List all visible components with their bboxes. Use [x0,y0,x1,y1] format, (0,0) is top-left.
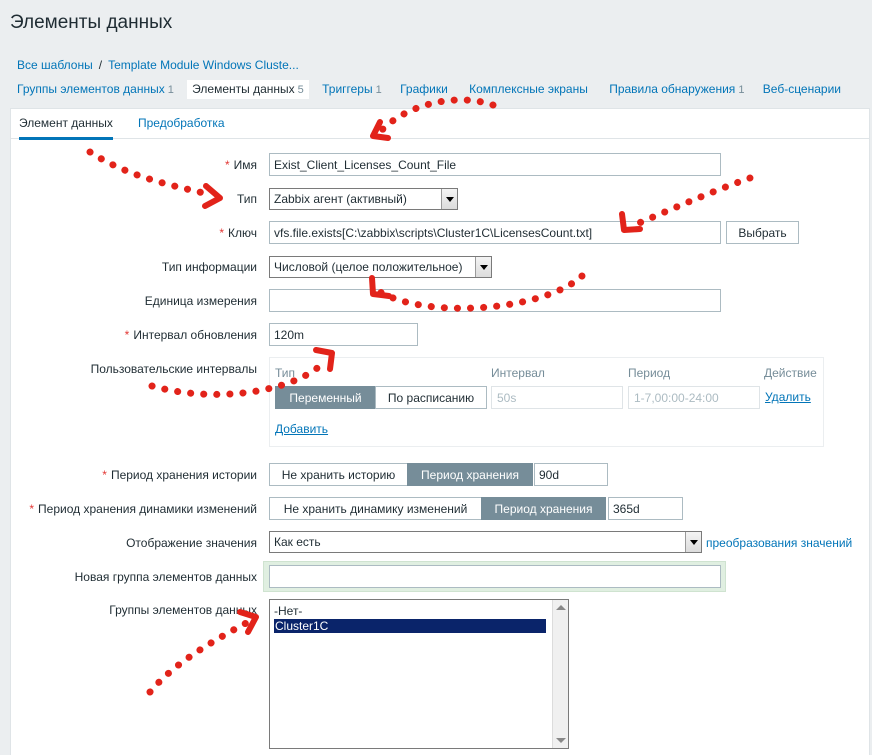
applications-label: Группы элементов данных [109,603,257,617]
history-label: * Период хранения истории [102,468,257,482]
nav-label: Группы элементов данных [17,82,165,96]
interval-value-input[interactable]: 50s [491,386,623,409]
form-tabs: Элемент данных Предобработка [11,109,869,140]
custom-intervals-label: Пользовательские интервалы [90,362,257,376]
valuemap-select[interactable]: Как есть [269,531,702,553]
new-application-input[interactable] [269,565,721,588]
nav-screens[interactable]: Комплексные экраны [469,81,591,98]
applications-listbox[interactable]: -Нет- Cluster1C [269,599,569,749]
template-nav: Группы элементов данных 1 Элементы данных… [17,80,859,100]
name-input[interactable]: Exist_Client_Licenses_Count_File [269,153,721,176]
name-label-text: Имя [233,158,257,172]
chevron-down-icon [475,257,491,277]
nav-graphs[interactable]: Графики [400,81,451,98]
valuemap-link[interactable]: преобразования значений [706,536,852,550]
interval-header-action: Действие [764,366,817,380]
chevron-down-icon [441,189,457,209]
nav-count: 1 [375,84,382,96]
breadcrumb-separator: / [98,58,103,72]
required-mark: * [102,468,107,482]
history-period-input[interactable]: 90d [534,463,608,486]
interval-type-scheduling-button[interactable]: По расписанию [375,386,487,409]
type-label: Тип [236,192,257,206]
nav-label: Комплексные экраны [469,82,588,96]
trends-label-text: Период хранения динамики изменений [38,502,257,516]
application-option-selected[interactable]: Cluster1C [274,619,546,633]
nav-web-scenarios[interactable]: Веб-сценарии [763,81,844,98]
item-form: Элемент данных Предобработка * Имя Exist_… [10,108,870,755]
units-input[interactable] [269,289,721,312]
trends-keep-button[interactable]: Период хранения [481,497,606,520]
nav-label: Графики [400,82,448,96]
valuemap-select-value: Как есть [274,535,321,549]
history-label-text: Период хранения истории [110,468,257,482]
trends-period-input[interactable]: 365d [608,497,683,520]
interval-add-link[interactable]: Добавить [275,422,328,436]
new-application-label: Новая группа элементов данных [74,570,257,584]
interval-header-type: Тип [275,366,296,380]
nav-label: Триггеры [322,82,373,96]
interval-header-interval: Интервал [491,366,545,380]
page-title: Элементы данных [10,12,173,33]
key-label: * Ключ [219,226,257,240]
info-type-select[interactable]: Числовой (целое положительное) [269,256,492,278]
nav-label: Правила обнаружения [609,82,736,96]
history-no-keep-button[interactable]: Не хранить историю [269,463,408,486]
interval-header-period: Период [628,366,671,380]
interval-remove-link[interactable]: Удалить [765,390,811,404]
update-interval-input[interactable]: 120m [269,323,418,346]
units-label: Единица измерения [144,294,257,308]
history-keep-button[interactable]: Период хранения [407,463,533,486]
tab-item[interactable]: Элемент данных [19,116,113,140]
nav-applications[interactable]: Группы элементов данных 1 [17,81,174,98]
nav-count: 5 [297,84,304,96]
update-interval-label: * Интервал обновления [125,328,257,342]
trends-label: * Период хранения динамики изменений [29,502,257,516]
type-select[interactable]: Zabbix агент (активный) [269,188,458,210]
key-input[interactable]: vfs.file.exists[C:\zabbix\scripts\Cluste… [269,221,721,244]
required-mark: * [124,328,130,342]
update-interval-label-text: Интервал обновления [133,328,257,342]
chevron-down-icon [685,532,701,552]
info-type-label: Тип информации [161,260,257,274]
name-label: * Имя [225,158,257,172]
breadcrumb-template[interactable]: Template Module Windows Cluste... [108,58,299,72]
required-mark: * [224,158,230,172]
nav-triggers[interactable]: Триггеры 1 [322,81,382,98]
interval-type-flexible-button[interactable]: Переменный [275,386,376,409]
nav-count: 1 [738,84,745,96]
tab-preprocessing[interactable]: Предобработка [138,116,225,130]
type-select-value: Zabbix агент (активный) [274,192,407,206]
valuemap-label: Отображение значения [126,536,257,550]
key-label-text: Ключ [228,226,257,240]
scroll-up-icon[interactable] [556,605,566,610]
nav-count: 1 [167,84,174,96]
breadcrumb-all-templates[interactable]: Все шаблоны [17,58,93,72]
required-mark: * [29,502,35,516]
scroll-down-icon[interactable] [556,738,566,743]
nav-items[interactable]: Элементы данных 5 [187,80,309,99]
custom-intervals-table: Тип Интервал Период Действие Переменный … [269,357,824,447]
required-mark: * [219,226,225,240]
interval-period-input[interactable]: 1-7,00:00-24:00 [628,386,760,409]
select-key-button[interactable]: Выбрать [726,221,799,244]
application-option[interactable]: -Нет- [274,604,302,618]
nav-label: Веб-сценарии [762,82,841,96]
breadcrumb: Все шаблоны / Template Module Windows Clus… [17,58,299,72]
trends-no-keep-button[interactable]: Не хранить динамику изменений [269,497,482,520]
info-type-select-value: Числовой (целое положительное) [274,260,463,274]
listbox-scrollbar[interactable] [552,600,568,748]
nav-label: Элементы данных [192,82,295,96]
nav-discovery-rules[interactable]: Правила обнаружения 1 [609,81,744,98]
